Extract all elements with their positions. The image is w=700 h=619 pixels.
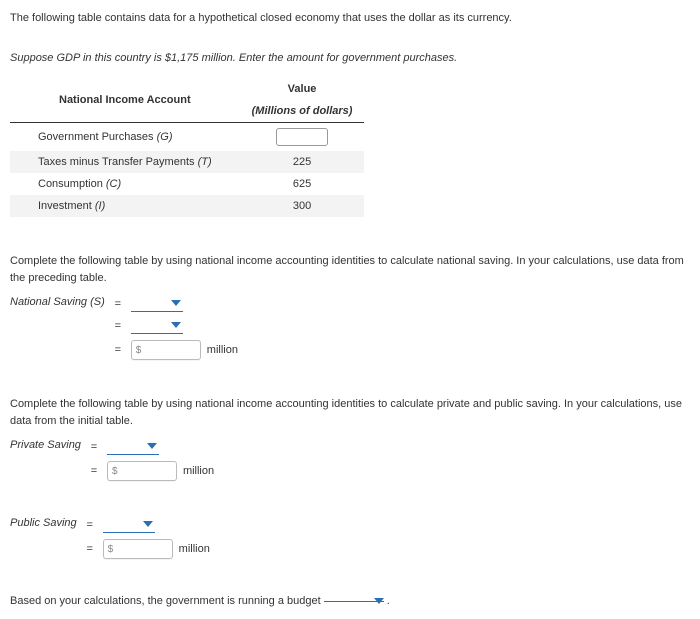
row-sym: (I) <box>95 200 105 212</box>
caret-down-icon <box>374 598 384 604</box>
row-label: Taxes minus Transfer Payments <box>38 156 195 168</box>
public-saving-label: Public Saving <box>10 517 77 529</box>
row-value: 625 <box>240 173 365 195</box>
intro-text: The following table contains data for a … <box>10 12 690 24</box>
budget-conclusion: Based on your calculations, the governme… <box>10 595 690 607</box>
row-sym: (C) <box>106 178 121 190</box>
caret-down-icon <box>171 300 181 306</box>
equals-sign: = <box>83 519 97 531</box>
dollar-sign: $ <box>112 466 118 477</box>
public-saving-value-input[interactable]: $ <box>103 539 173 559</box>
public-saving-block: Public Saving = = $ million <box>10 517 690 565</box>
equals-sign: = <box>111 344 125 356</box>
caret-down-icon <box>147 443 157 449</box>
unit-label: million <box>183 465 214 477</box>
footer-pre-text: Based on your calculations, the governme… <box>10 595 321 607</box>
gov-purchases-input[interactable] <box>276 128 328 146</box>
national-income-table: National Income Account Value (Millions … <box>10 78 364 217</box>
caret-down-icon <box>171 322 181 328</box>
row-sym: (T) <box>198 156 212 168</box>
dollar-sign: $ <box>108 544 114 555</box>
row-label: Government Purchases <box>38 131 154 143</box>
row-value: 225 <box>240 151 365 173</box>
dollar-sign: $ <box>136 345 142 356</box>
gdp-prompt: Suppose GDP in this country is $1,175 mi… <box>10 52 690 64</box>
national-saving-block: National Saving (S) = = = $ million <box>10 296 690 366</box>
section3-text: Complete the following table by using na… <box>10 396 690 429</box>
table-row: Investment (I) 300 <box>10 195 364 217</box>
table-header-value: Value <box>240 78 365 100</box>
equals-sign: = <box>87 465 101 477</box>
private-saving-block: Private Saving = = $ million <box>10 439 690 487</box>
section2-text: Complete the following table by using na… <box>10 253 690 286</box>
row-label: Consumption <box>38 178 103 190</box>
private-saving-label: Private Saving <box>10 439 81 451</box>
equals-sign: = <box>111 320 125 332</box>
row-value: 300 <box>240 195 365 217</box>
private-saving-formula-dropdown[interactable] <box>107 439 159 455</box>
unit-label: million <box>179 543 210 555</box>
public-saving-formula-dropdown[interactable] <box>103 517 155 533</box>
table-row: Taxes minus Transfer Payments (T) 225 <box>10 151 364 173</box>
national-saving-value-input[interactable]: $ <box>131 340 201 360</box>
equals-sign: = <box>111 298 125 310</box>
table-header-account: National Income Account <box>10 78 240 123</box>
row-sym: (G) <box>157 131 173 143</box>
budget-status-dropdown[interactable] <box>324 601 384 602</box>
national-saving-formula-dropdown-1[interactable] <box>131 296 183 312</box>
equals-sign: = <box>87 441 101 453</box>
unit-label: million <box>207 344 238 356</box>
table-row: Consumption (C) 625 <box>10 173 364 195</box>
table-row: Government Purchases (G) <box>10 123 364 152</box>
caret-down-icon <box>143 521 153 527</box>
row-label: Investment <box>38 200 92 212</box>
equals-sign: = <box>83 543 97 555</box>
table-header-units: (Millions of dollars) <box>240 100 365 123</box>
footer-post-text: . <box>387 595 390 607</box>
national-saving-label: National Saving (S) <box>10 296 105 308</box>
private-saving-value-input[interactable]: $ <box>107 461 177 481</box>
national-saving-formula-dropdown-2[interactable] <box>131 318 183 334</box>
